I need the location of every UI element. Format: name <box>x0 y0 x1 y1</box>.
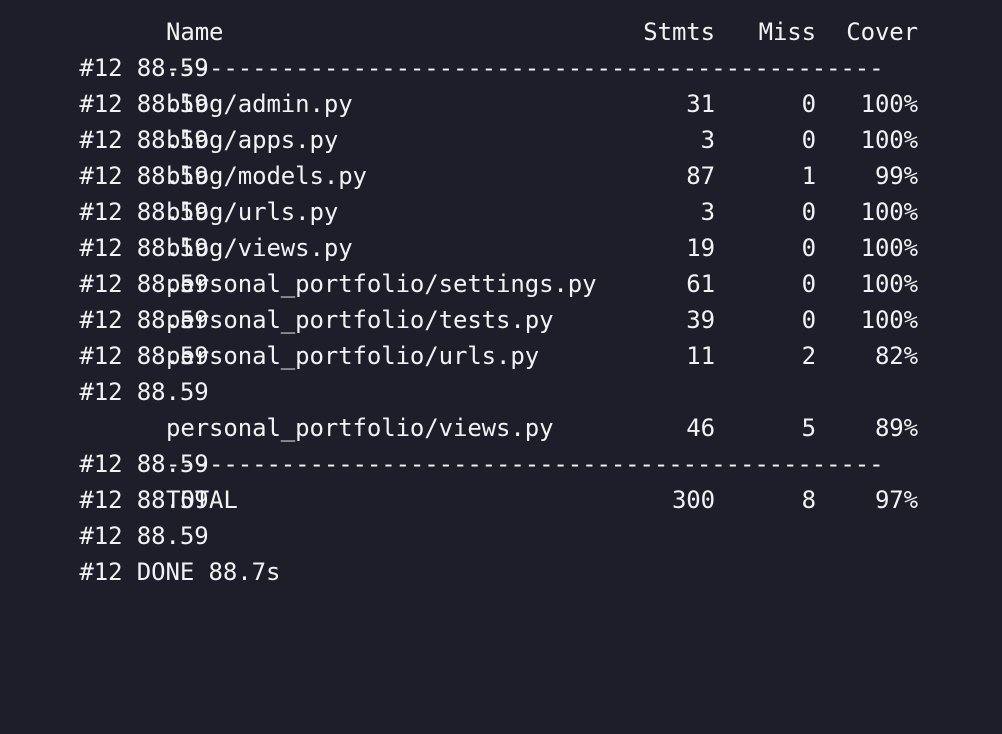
stmts-value: 61 <box>686 270 715 298</box>
column-header-name: Name <box>166 18 224 46</box>
column-header-stmts: Stmts <box>643 18 715 46</box>
table-row: #12 88.59 personal_portfolio/urls.py 11 … <box>22 338 982 406</box>
cover-value: 100% <box>860 198 919 226</box>
separator-line: ----------------------------------------… <box>166 54 884 82</box>
total-stmts-value: 300 <box>671 486 715 514</box>
table-row: #12 88.59 blog/models.py 87 1 99% <box>22 158 982 226</box>
stmts-value: 11 <box>686 342 715 370</box>
terminal-output: #12 88.59 Name Stmts Miss Cover #12 88.5… <box>22 14 982 586</box>
cover-value: 100% <box>860 234 919 262</box>
column-header-cover: Cover <box>846 18 918 46</box>
stmts-value: 46 <box>686 414 715 442</box>
column-header-miss: Miss <box>758 18 817 46</box>
table-row: #12 88.59 blog/views.py 19 0 100% <box>22 230 982 298</box>
stmts-value: 39 <box>686 306 715 334</box>
stmts-value: 31 <box>686 90 715 118</box>
stmts-value: 87 <box>686 162 715 190</box>
file-name: blog/views.py <box>166 234 353 262</box>
cover-value: 89% <box>874 414 918 442</box>
total-miss-value: 8 <box>801 486 816 514</box>
cover-value: 100% <box>860 126 919 154</box>
miss-value: 1 <box>801 162 816 190</box>
cover-value: 100% <box>860 90 919 118</box>
table-row: #12 88.59 personal_portfolio/settings.py… <box>22 266 982 334</box>
file-name: personal_portfolio/views.py <box>166 414 554 442</box>
table-row: #12 88.59 personal_portfolio/views.py 46… <box>22 410 982 478</box>
cover-value: 100% <box>860 306 919 334</box>
separator-row: #12 88.59 ------------------------------… <box>22 446 982 514</box>
miss-value: 0 <box>801 90 816 118</box>
cover-value: 100% <box>860 270 919 298</box>
done-line: #12 DONE 88.7s <box>22 518 982 586</box>
file-name: blog/models.py <box>166 162 367 190</box>
done-message: #12 DONE 88.7s <box>79 558 281 586</box>
stmts-value: 3 <box>700 126 715 154</box>
total-row: #12 88.59 TOTAL 300 8 97% <box>22 482 982 550</box>
miss-value: 5 <box>801 414 816 442</box>
coverage-header-row: #12 88.59 Name Stmts Miss Cover <box>22 14 982 82</box>
file-name: blog/apps.py <box>166 126 339 154</box>
file-name: blog/admin.py <box>166 90 353 118</box>
table-row: #12 88.59 blog/urls.py 3 0 100% <box>22 194 982 262</box>
stmts-value: 3 <box>700 198 715 226</box>
total-cover-value: 97% <box>874 486 918 514</box>
cover-value: 82% <box>874 342 918 370</box>
table-row: #12 88.59 blog/admin.py 31 0 100% <box>22 86 982 154</box>
miss-value: 0 <box>801 234 816 262</box>
miss-value: 2 <box>801 342 816 370</box>
separator-row: #12 88.59 ------------------------------… <box>22 50 982 118</box>
miss-value: 0 <box>801 270 816 298</box>
miss-value: 0 <box>801 306 816 334</box>
total-label: TOTAL <box>166 486 238 514</box>
miss-value: 0 <box>801 126 816 154</box>
table-row: #12 88.59 blog/apps.py 3 0 100% <box>22 122 982 190</box>
miss-value: 0 <box>801 198 816 226</box>
cover-value: 99% <box>874 162 918 190</box>
stmts-value: 19 <box>686 234 715 262</box>
file-name: personal_portfolio/urls.py <box>166 342 540 370</box>
file-name: blog/urls.py <box>166 198 339 226</box>
file-name: personal_portfolio/settings.py <box>166 270 597 298</box>
table-row: #12 88.59 personal_portfolio/tests.py 39… <box>22 302 982 370</box>
separator-line: ----------------------------------------… <box>166 450 884 478</box>
file-name: personal_portfolio/tests.py <box>166 306 554 334</box>
